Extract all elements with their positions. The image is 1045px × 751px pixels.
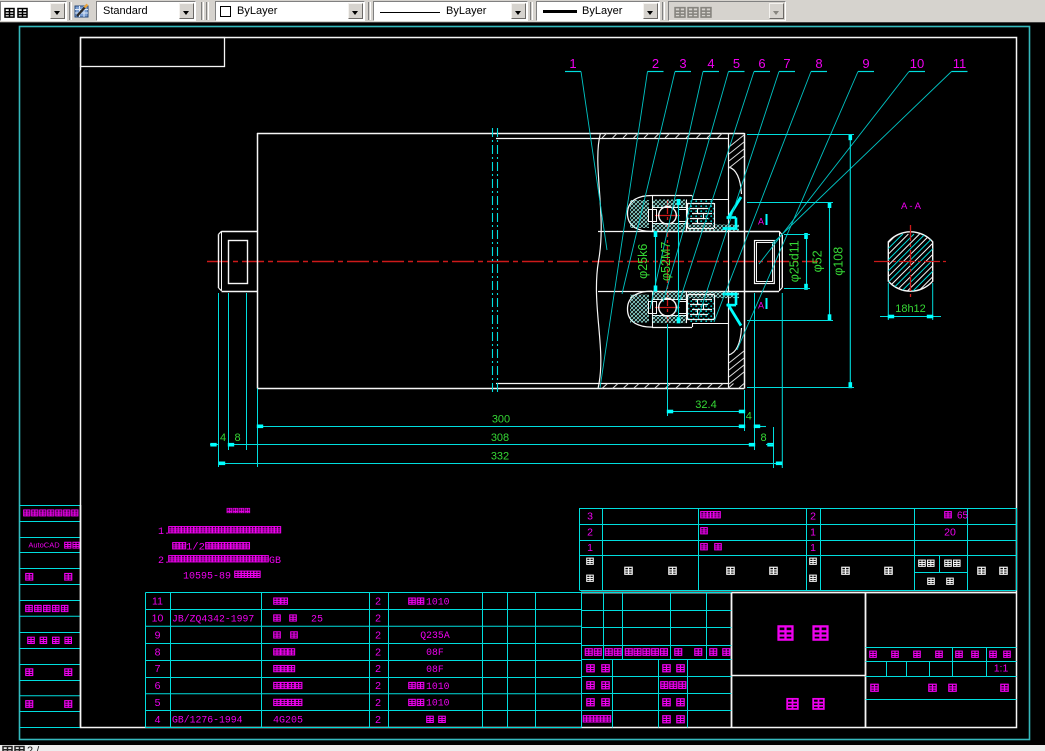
svg-text:5: 5 (733, 56, 740, 71)
svg-text:08F: 08F (426, 647, 444, 658)
svg-text:6: 6 (758, 56, 765, 71)
svg-text:4: 4 (707, 56, 714, 71)
svg-text:10: 10 (910, 56, 924, 71)
svg-text:8: 8 (815, 56, 822, 71)
svg-text:1: 1 (569, 56, 576, 71)
svg-text:φ108: φ108 (832, 247, 846, 276)
svg-text:2: 2 (810, 511, 816, 523)
svg-text:2: 2 (375, 613, 381, 625)
svg-text:2: 2 (375, 680, 381, 692)
svg-text:65: 65 (957, 511, 969, 522)
svg-text:7: 7 (783, 56, 790, 71)
svg-text:18h12: 18h12 (895, 303, 926, 315)
svg-text:φ52M7: φ52M7 (659, 242, 673, 281)
svg-text:3: 3 (679, 56, 686, 71)
svg-text:1: 1 (587, 542, 593, 554)
svg-text:1:1: 1:1 (994, 663, 1009, 675)
svg-text:7: 7 (155, 663, 161, 675)
svg-text:A: A (758, 301, 764, 311)
svg-text:AutoCAD: AutoCAD (28, 541, 60, 550)
svg-text:2: 2 (375, 714, 381, 726)
svg-text:3: 3 (587, 511, 593, 523)
svg-text:1: 1 (810, 527, 816, 539)
svg-text:1010: 1010 (426, 681, 450, 692)
svg-text:300: 300 (492, 414, 510, 426)
svg-text:11: 11 (953, 56, 967, 71)
svg-text:8: 8 (234, 432, 240, 444)
svg-text:2: 2 (652, 56, 659, 71)
svg-text:2: 2 (375, 646, 381, 658)
svg-text:1: 1 (810, 542, 816, 554)
svg-text:5: 5 (155, 697, 161, 709)
svg-text:2: 2 (375, 629, 381, 641)
svg-text:1010: 1010 (426, 698, 450, 709)
svg-text:φ25d11: φ25d11 (788, 240, 802, 282)
svg-text:32.4: 32.4 (695, 399, 716, 411)
svg-text:10: 10 (152, 613, 164, 625)
svg-text:25: 25 (311, 614, 323, 625)
svg-text:2: 2 (375, 596, 381, 608)
svg-text:1/2: 1/2 (186, 542, 205, 554)
svg-text:2: 2 (375, 663, 381, 675)
svg-text:4: 4 (155, 714, 161, 726)
svg-text:2: 2 (375, 697, 381, 709)
svg-text:4: 4 (220, 432, 226, 444)
svg-text:Q235A: Q235A (420, 630, 450, 641)
svg-text:φ52: φ52 (811, 250, 825, 272)
svg-text:9: 9 (862, 56, 869, 71)
svg-text:8: 8 (155, 646, 161, 658)
svg-text:8: 8 (760, 432, 766, 444)
svg-text:4G205: 4G205 (273, 716, 303, 727)
svg-text:GB: GB (269, 556, 281, 567)
svg-text:11: 11 (152, 596, 163, 608)
svg-text:10595-89: 10595-89 (183, 572, 231, 583)
svg-text:φ25k6: φ25k6 (636, 244, 650, 279)
svg-text:332: 332 (491, 451, 509, 463)
svg-text:A: A (758, 217, 764, 227)
svg-text:GB/1276-1994: GB/1276-1994 (172, 715, 243, 726)
svg-text:A - A: A - A (901, 201, 922, 212)
svg-text:2: 2 (587, 527, 593, 539)
svg-text:2 /: 2 / (27, 745, 40, 751)
svg-text:1010: 1010 (426, 596, 450, 607)
svg-text:JB/ZQ4342-1997: JB/ZQ4342-1997 (172, 613, 254, 624)
svg-text:9: 9 (155, 629, 161, 641)
svg-text:08F: 08F (426, 664, 444, 675)
svg-text:20: 20 (944, 527, 956, 539)
svg-text:6: 6 (155, 680, 161, 692)
svg-text:4: 4 (746, 411, 752, 423)
svg-text:308: 308 (491, 432, 509, 444)
